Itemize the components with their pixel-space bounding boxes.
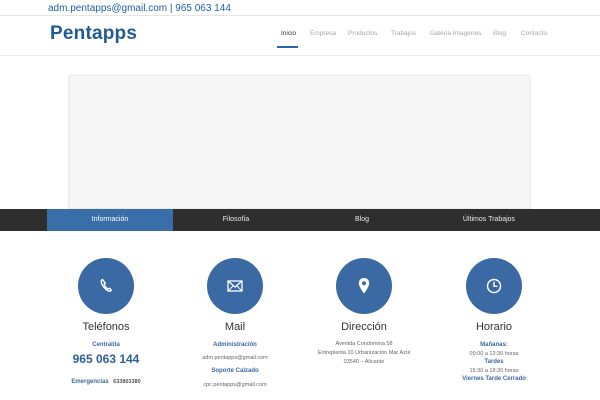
top-contact: adm.pentapps@gmail.com | 965 063 144 [48, 3, 231, 14]
administracion-email[interactable]: adm.pentapps@gmail.com [175, 355, 295, 361]
mail-column: Mail Administración adm.pentapps@gmail.c… [175, 258, 295, 388]
mananas-hours: 09:00 a 13:30 horas [469, 351, 519, 357]
viernes-label: Viernes Tarde Cerrado [462, 376, 526, 382]
info-tabs: Información Filosofía Blog Últimos Traba… [0, 209, 600, 231]
main-nav: Inicio Empresa Productos Trabajos Galeri… [0, 30, 600, 56]
top-phone[interactable]: 965 063 144 [175, 3, 231, 14]
nav-item-galeria[interactable]: Galeria Imagenes [430, 30, 481, 37]
location-pin-icon [336, 258, 392, 314]
tardes-label: Tardes [484, 359, 504, 365]
top-separator: | [169, 3, 173, 14]
site-header: Pentapps Inicio Empresa Productos Trabaj… [0, 16, 600, 56]
clock-icon [466, 258, 522, 314]
tardes-hours: 15:30 a 18:30 horas [469, 368, 519, 374]
nav-item-trabajos[interactable]: Trabajos [391, 30, 416, 37]
mananas-label: Mañanas: [480, 342, 508, 348]
nav-item-blog[interactable]: Blog [493, 30, 506, 37]
top-contact-bar: adm.pentapps@gmail.com | 965 063 144 [0, 0, 600, 16]
phone-icon [78, 258, 134, 314]
nav-item-contacto[interactable]: Contacto [521, 30, 547, 37]
mail-title: Mail [224, 321, 246, 333]
soporte-email[interactable]: cpc.pentapps@gmail.com [175, 382, 295, 388]
emergencias-label: Emergencias [71, 379, 109, 385]
nav-item-empresa[interactable]: Empresa [310, 30, 336, 37]
centralita-phone[interactable]: 965 063 144 [46, 352, 166, 366]
tab-blog[interactable]: Blog [299, 209, 425, 231]
address-line-1: Avenida Condomina 58 [335, 341, 393, 347]
direccion-title: Dirección [341, 321, 387, 333]
tab-ultimos-trabajos[interactable]: Últimos Trabajos [425, 209, 553, 231]
address-line-3: 03540 – Alicante [343, 359, 385, 365]
administracion-label: Administración [213, 342, 257, 348]
emergencias-phone[interactable]: 633803380 [113, 379, 141, 385]
soporte-label: Soporte Calzado [211, 368, 259, 374]
tab-filosofia[interactable]: Filosofía [173, 209, 299, 231]
direccion-column: Dirección Avenida Condomina 58 Entreplan… [304, 258, 424, 365]
horario-column: Horario Mañanas: 09:00 a 13:30 horas Tar… [434, 258, 554, 382]
address-line-2: Entreplanta 10 Urbanización Mar Azul [317, 350, 411, 356]
mail-icon [207, 258, 263, 314]
hero-slider [69, 75, 530, 209]
nav-item-productos[interactable]: Productos [348, 30, 377, 37]
emergencias-line: Emergencias 633803380 [46, 370, 166, 388]
nav-active-indicator [277, 46, 298, 48]
tab-informacion[interactable]: Información [47, 209, 173, 231]
nav-item-inicio[interactable]: Inicio [281, 30, 296, 37]
top-email-link[interactable]: adm.pentapps@gmail.com [48, 3, 167, 14]
horario-title: Horario [475, 321, 513, 333]
centralita-label: Centralita [92, 342, 120, 348]
telefonos-title: Teléfonos [82, 321, 130, 333]
telefonos-column: Teléfonos Centralita 965 063 144 Emergen… [46, 258, 166, 388]
